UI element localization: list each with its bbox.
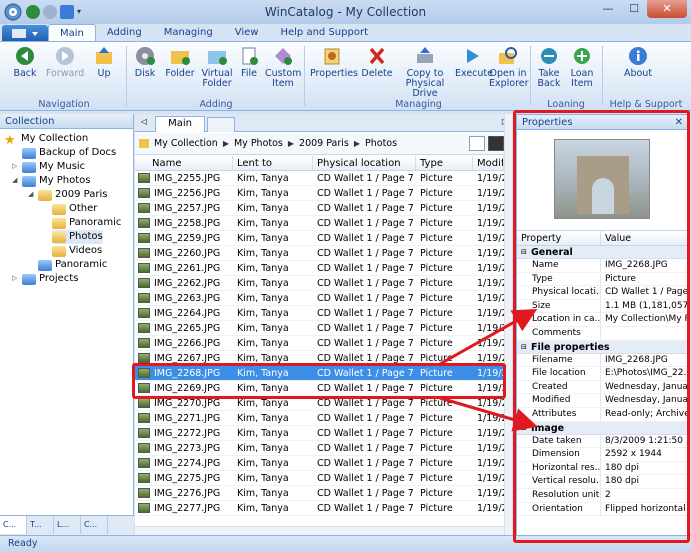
annotation-arrows xyxy=(439,309,538,432)
arrow-to-image xyxy=(439,396,538,432)
arrow-to-size xyxy=(439,309,538,366)
